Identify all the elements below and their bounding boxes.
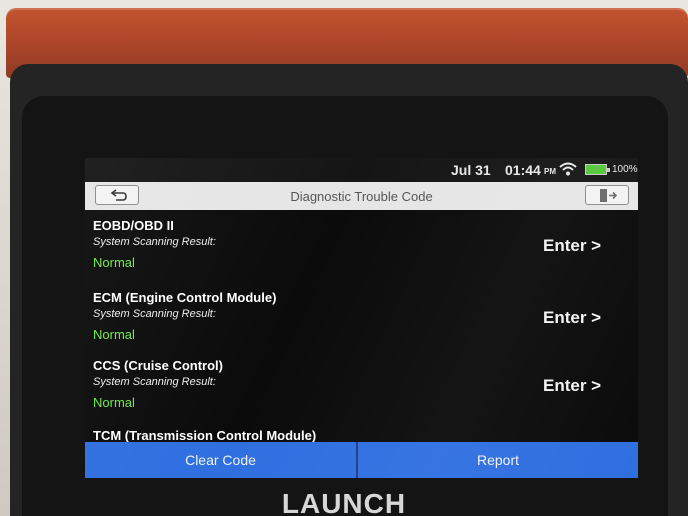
brand-logo: LAUNCH [281,488,407,516]
enter-button[interactable]: Enter > [543,376,601,396]
system-status: Normal [93,327,135,342]
page-title: Diagnostic Trouble Code [290,189,433,204]
report-button[interactable]: Report [358,442,638,478]
exit-door-icon [600,189,617,202]
enter-button[interactable]: Enter > [543,308,601,328]
system-name-partial[interactable]: TCM (Transmission Control Module) [93,428,316,442]
enter-button[interactable]: Enter > [543,236,601,256]
battery-icon [585,164,610,175]
action-bar: Clear Code Report [85,442,638,478]
status-date: Jul 31 [451,162,491,178]
system-name: EOBD/OBD II [93,218,174,233]
system-status: Normal [93,395,135,410]
list-item[interactable]: EOBD/OBD II System Scanning Result: Norm… [85,210,638,278]
list-item[interactable]: ECM (Engine Control Module) System Scann… [85,282,638,350]
system-name: ECM (Engine Control Module) [93,290,277,305]
system-subtitle: System Scanning Result: [93,236,216,248]
device-screen: Jul 31 01:44 PM 100% Diagnostic Trouble [85,158,638,478]
clear-code-button[interactable]: Clear Code [85,442,356,478]
status-bar: Jul 31 01:44 PM 100% [85,158,638,182]
system-name: CCS (Cruise Control) [93,358,223,373]
wifi-icon [559,162,577,176]
photo-frame: Jul 31 01:44 PM 100% Diagnostic Trouble [0,0,688,516]
system-subtitle: System Scanning Result: [93,376,216,388]
exit-button[interactable] [585,185,629,205]
status-time: 01:44 [505,162,541,178]
title-bar: Diagnostic Trouble Code [85,182,638,210]
list-item[interactable]: CCS (Cruise Control) System Scanning Res… [85,350,638,418]
battery-percent: 100% [612,164,638,175]
system-status: Normal [93,255,135,270]
system-list[interactable]: EOBD/OBD II System Scanning Result: Norm… [85,210,638,442]
system-subtitle: System Scanning Result: [93,308,216,320]
status-ampm: PM [544,167,556,176]
